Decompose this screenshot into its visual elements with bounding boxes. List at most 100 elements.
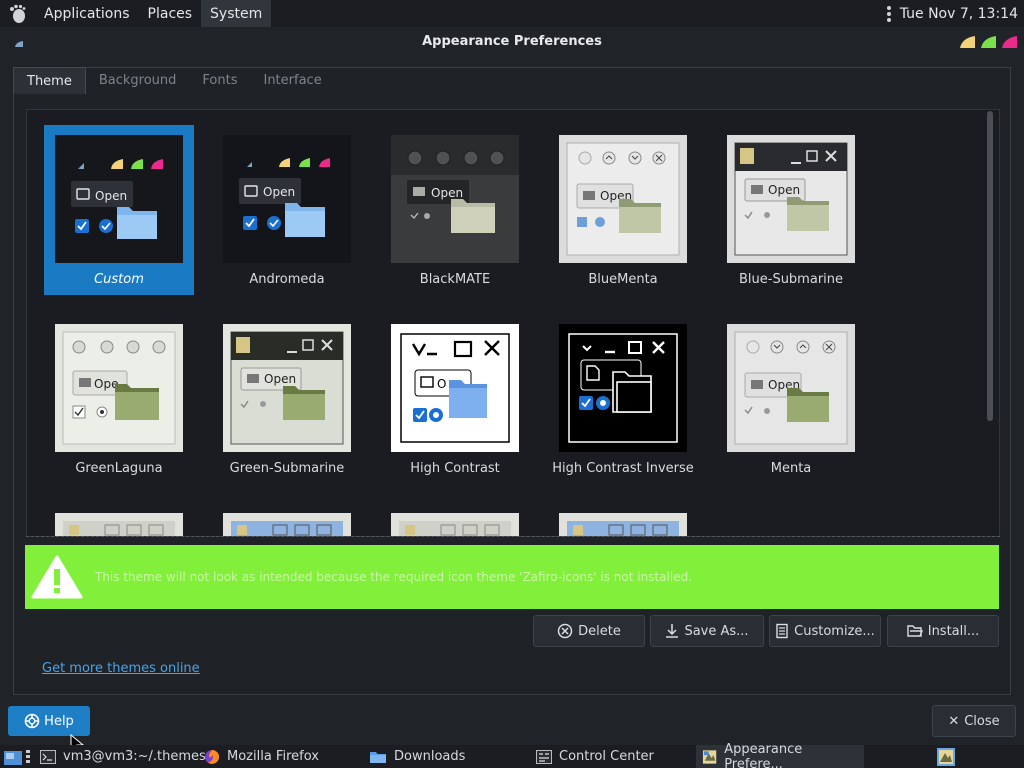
task-downloads-label: Downloads bbox=[394, 749, 466, 764]
theme-preview-partial[interactable] bbox=[559, 513, 687, 537]
theme-name: Menta bbox=[770, 461, 812, 476]
tab-interface[interactable]: Interface bbox=[250, 67, 334, 94]
menu-places[interactable]: Places bbox=[139, 0, 202, 27]
taskbar: vm3@vm3:~/.themes Mozilla Firefox Downlo… bbox=[0, 741, 1024, 768]
window-title: Appearance Preferences bbox=[422, 33, 602, 49]
maximize-button[interactable] bbox=[980, 35, 997, 49]
theme-preview-partial[interactable] bbox=[55, 513, 183, 537]
theme-item-menta[interactable]: Open Menta bbox=[716, 314, 866, 484]
folder-icon bbox=[370, 751, 386, 763]
clock[interactable]: Tue Nov 7, 13:14 bbox=[900, 6, 1018, 22]
lifebuoy-icon bbox=[24, 713, 40, 729]
theme-preview: Ope bbox=[55, 324, 183, 452]
save-as-label: Save As... bbox=[684, 623, 749, 639]
theme-item-blue-submarine[interactable]: Open Blue-Submarine bbox=[716, 125, 866, 295]
close-label: Close bbox=[964, 713, 1000, 729]
close-button[interactable]: ✕ Close bbox=[932, 705, 1016, 737]
gnome-foot-icon[interactable] bbox=[7, 3, 29, 25]
theme-item-bluementa[interactable]: Open BlueMenta bbox=[548, 125, 698, 295]
svg-text:Open: Open bbox=[768, 183, 800, 197]
task-firefox-label: Mozilla Firefox bbox=[227, 749, 319, 764]
delete-button[interactable]: Delete bbox=[533, 615, 645, 647]
warning-icon bbox=[31, 555, 83, 599]
window-menu-icon[interactable] bbox=[14, 40, 24, 48]
appearance-window: Appearance Preferences Theme Background … bbox=[0, 27, 1024, 745]
warning-text: This theme will not look as intended bec… bbox=[95, 570, 692, 584]
theme-preview: Open bbox=[727, 324, 855, 452]
save-as-button[interactable]: Save As... bbox=[650, 615, 764, 647]
theme-preview: Open bbox=[223, 135, 351, 263]
minimize-button[interactable] bbox=[959, 35, 976, 49]
theme-preview-partial[interactable] bbox=[223, 513, 351, 537]
install-label: Install... bbox=[927, 623, 980, 639]
window-list-handle[interactable] bbox=[24, 745, 32, 768]
document-icon bbox=[776, 623, 788, 639]
theme-item-high-contrast-inverse[interactable]: High Contrast Inverse bbox=[548, 314, 698, 484]
svg-text:Open: Open bbox=[431, 186, 463, 200]
tab-background[interactable]: Background bbox=[86, 67, 190, 94]
task-firefox[interactable]: Mozilla Firefox bbox=[198, 745, 325, 768]
task-control-center-label: Control Center bbox=[559, 749, 654, 764]
theme-preview-partial[interactable] bbox=[391, 513, 519, 537]
theme-preview: Open bbox=[727, 135, 855, 263]
task-appearance-label: Appearance Prefere... bbox=[724, 741, 803, 768]
control-center-icon bbox=[536, 749, 552, 764]
svg-text:Ope: Ope bbox=[94, 377, 118, 391]
tray-appearance-icon[interactable] bbox=[930, 745, 962, 768]
get-more-themes-link[interactable]: Get more themes online bbox=[42, 661, 200, 676]
svg-text:Open: Open bbox=[263, 185, 295, 199]
desktop-icon bbox=[4, 750, 22, 765]
theme-list[interactable]: Open Custom Open Andromeda Open BlackMAT… bbox=[26, 109, 1000, 537]
task-control-center[interactable]: Control Center bbox=[530, 745, 660, 768]
theme-item-andromeda[interactable]: Open Andromeda bbox=[212, 125, 362, 295]
kebab-menu-icon[interactable] bbox=[886, 5, 892, 22]
task-terminal-label: vm3@vm3:~/.themes bbox=[63, 749, 206, 764]
close-window-button[interactable] bbox=[1001, 35, 1018, 49]
theme-preview: Open bbox=[559, 135, 687, 263]
theme-name: Andromeda bbox=[249, 272, 325, 287]
help-label: Help bbox=[44, 713, 74, 729]
help-button[interactable]: Help bbox=[8, 706, 90, 736]
theme-preview: Open bbox=[55, 135, 183, 263]
folder-open-icon bbox=[907, 625, 923, 637]
theme-item-greenlaguna[interactable]: Ope GreenLaguna bbox=[44, 314, 194, 484]
theme-name: Green-Submarine bbox=[229, 461, 345, 476]
theme-item-high-contrast[interactable]: O High Contrast bbox=[380, 314, 530, 484]
menu-applications[interactable]: Applications bbox=[35, 0, 139, 27]
theme-item-custom[interactable]: Open Custom bbox=[44, 125, 194, 295]
delete-label: Delete bbox=[578, 623, 621, 639]
theme-name: GreenLaguna bbox=[75, 461, 163, 476]
top-panel: Applications Places System Tue Nov 7, 13… bbox=[0, 0, 1024, 27]
customize-button[interactable]: Customize... bbox=[769, 615, 881, 647]
show-desktop-button[interactable] bbox=[0, 745, 26, 768]
svg-text:O: O bbox=[437, 377, 446, 391]
menu-system[interactable]: System bbox=[201, 0, 272, 27]
theme-preview: O bbox=[391, 324, 519, 452]
scrollbar-thumb[interactable] bbox=[987, 111, 993, 421]
theme-preview: Open bbox=[223, 324, 351, 452]
appearance-icon bbox=[702, 749, 717, 764]
customize-label: Customize... bbox=[794, 623, 875, 639]
task-appearance[interactable]: Appearance Prefere... bbox=[696, 741, 864, 768]
theme-item-green-submarine[interactable]: Open Green-Submarine bbox=[212, 314, 362, 484]
theme-item-blackmate[interactable]: Open BlackMATE bbox=[380, 125, 530, 295]
install-button[interactable]: Install... bbox=[887, 615, 999, 647]
terminal-icon bbox=[40, 749, 56, 764]
titlebar[interactable]: Appearance Preferences bbox=[0, 27, 1024, 55]
tab-bar: Theme Background Fonts Interface bbox=[13, 67, 335, 94]
firefox-icon bbox=[205, 749, 219, 764]
close-icon: ✕ bbox=[948, 713, 960, 729]
theme-name: Custom bbox=[94, 272, 144, 287]
warning-bar: This theme will not look as intended bec… bbox=[25, 545, 999, 609]
task-terminal[interactable]: vm3@vm3:~/.themes bbox=[34, 745, 212, 768]
focus-divider bbox=[26, 536, 1000, 537]
theme-name: BlackMATE bbox=[419, 272, 491, 287]
download-icon bbox=[666, 624, 679, 638]
tab-fonts[interactable]: Fonts bbox=[189, 67, 250, 94]
theme-preview: Open bbox=[391, 135, 519, 263]
appearance-tray-icon bbox=[937, 747, 955, 766]
theme-name: BlueMenta bbox=[588, 272, 658, 287]
theme-preview bbox=[559, 324, 687, 452]
tab-theme[interactable]: Theme bbox=[13, 67, 86, 94]
task-downloads[interactable]: Downloads bbox=[363, 745, 471, 768]
